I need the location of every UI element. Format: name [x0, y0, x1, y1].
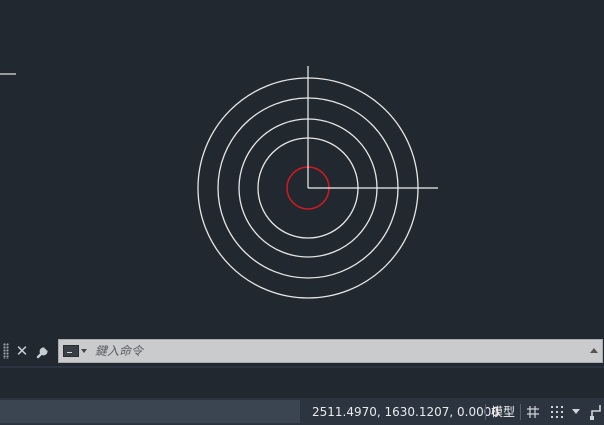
wrench-icon[interactable] [35, 342, 53, 360]
command-input[interactable] [95, 342, 575, 360]
coordinate-readout[interactable]: 2511.4970, 1630.1207, 0.0000 [312, 403, 499, 421]
divider [0, 366, 604, 368]
chevron-down-icon[interactable] [81, 349, 87, 353]
chevron-down-icon[interactable] [572, 409, 580, 414]
grid-icon[interactable] [524, 403, 542, 421]
command-input-box[interactable] [58, 339, 603, 363]
crosshair-cursor [307, 66, 438, 189]
layout-tabs-area[interactable] [0, 400, 300, 423]
panel-gap [0, 366, 604, 398]
divider [520, 404, 521, 420]
model-space-button[interactable]: 模型 [488, 402, 518, 422]
close-icon[interactable]: ✕ [13, 342, 31, 360]
infer-constraints-icon[interactable] [588, 403, 604, 421]
command-prompt-icon[interactable] [63, 345, 79, 357]
command-line: ✕ [0, 336, 604, 366]
scroll-up-icon[interactable] [590, 348, 598, 353]
status-bar: 2511.4970, 1630.1207, 0.0000 模型 [0, 398, 604, 425]
grip-handle[interactable] [3, 343, 9, 359]
divider [485, 404, 486, 420]
snap-icon[interactable] [548, 403, 566, 421]
drawing-canvas[interactable] [0, 0, 604, 336]
